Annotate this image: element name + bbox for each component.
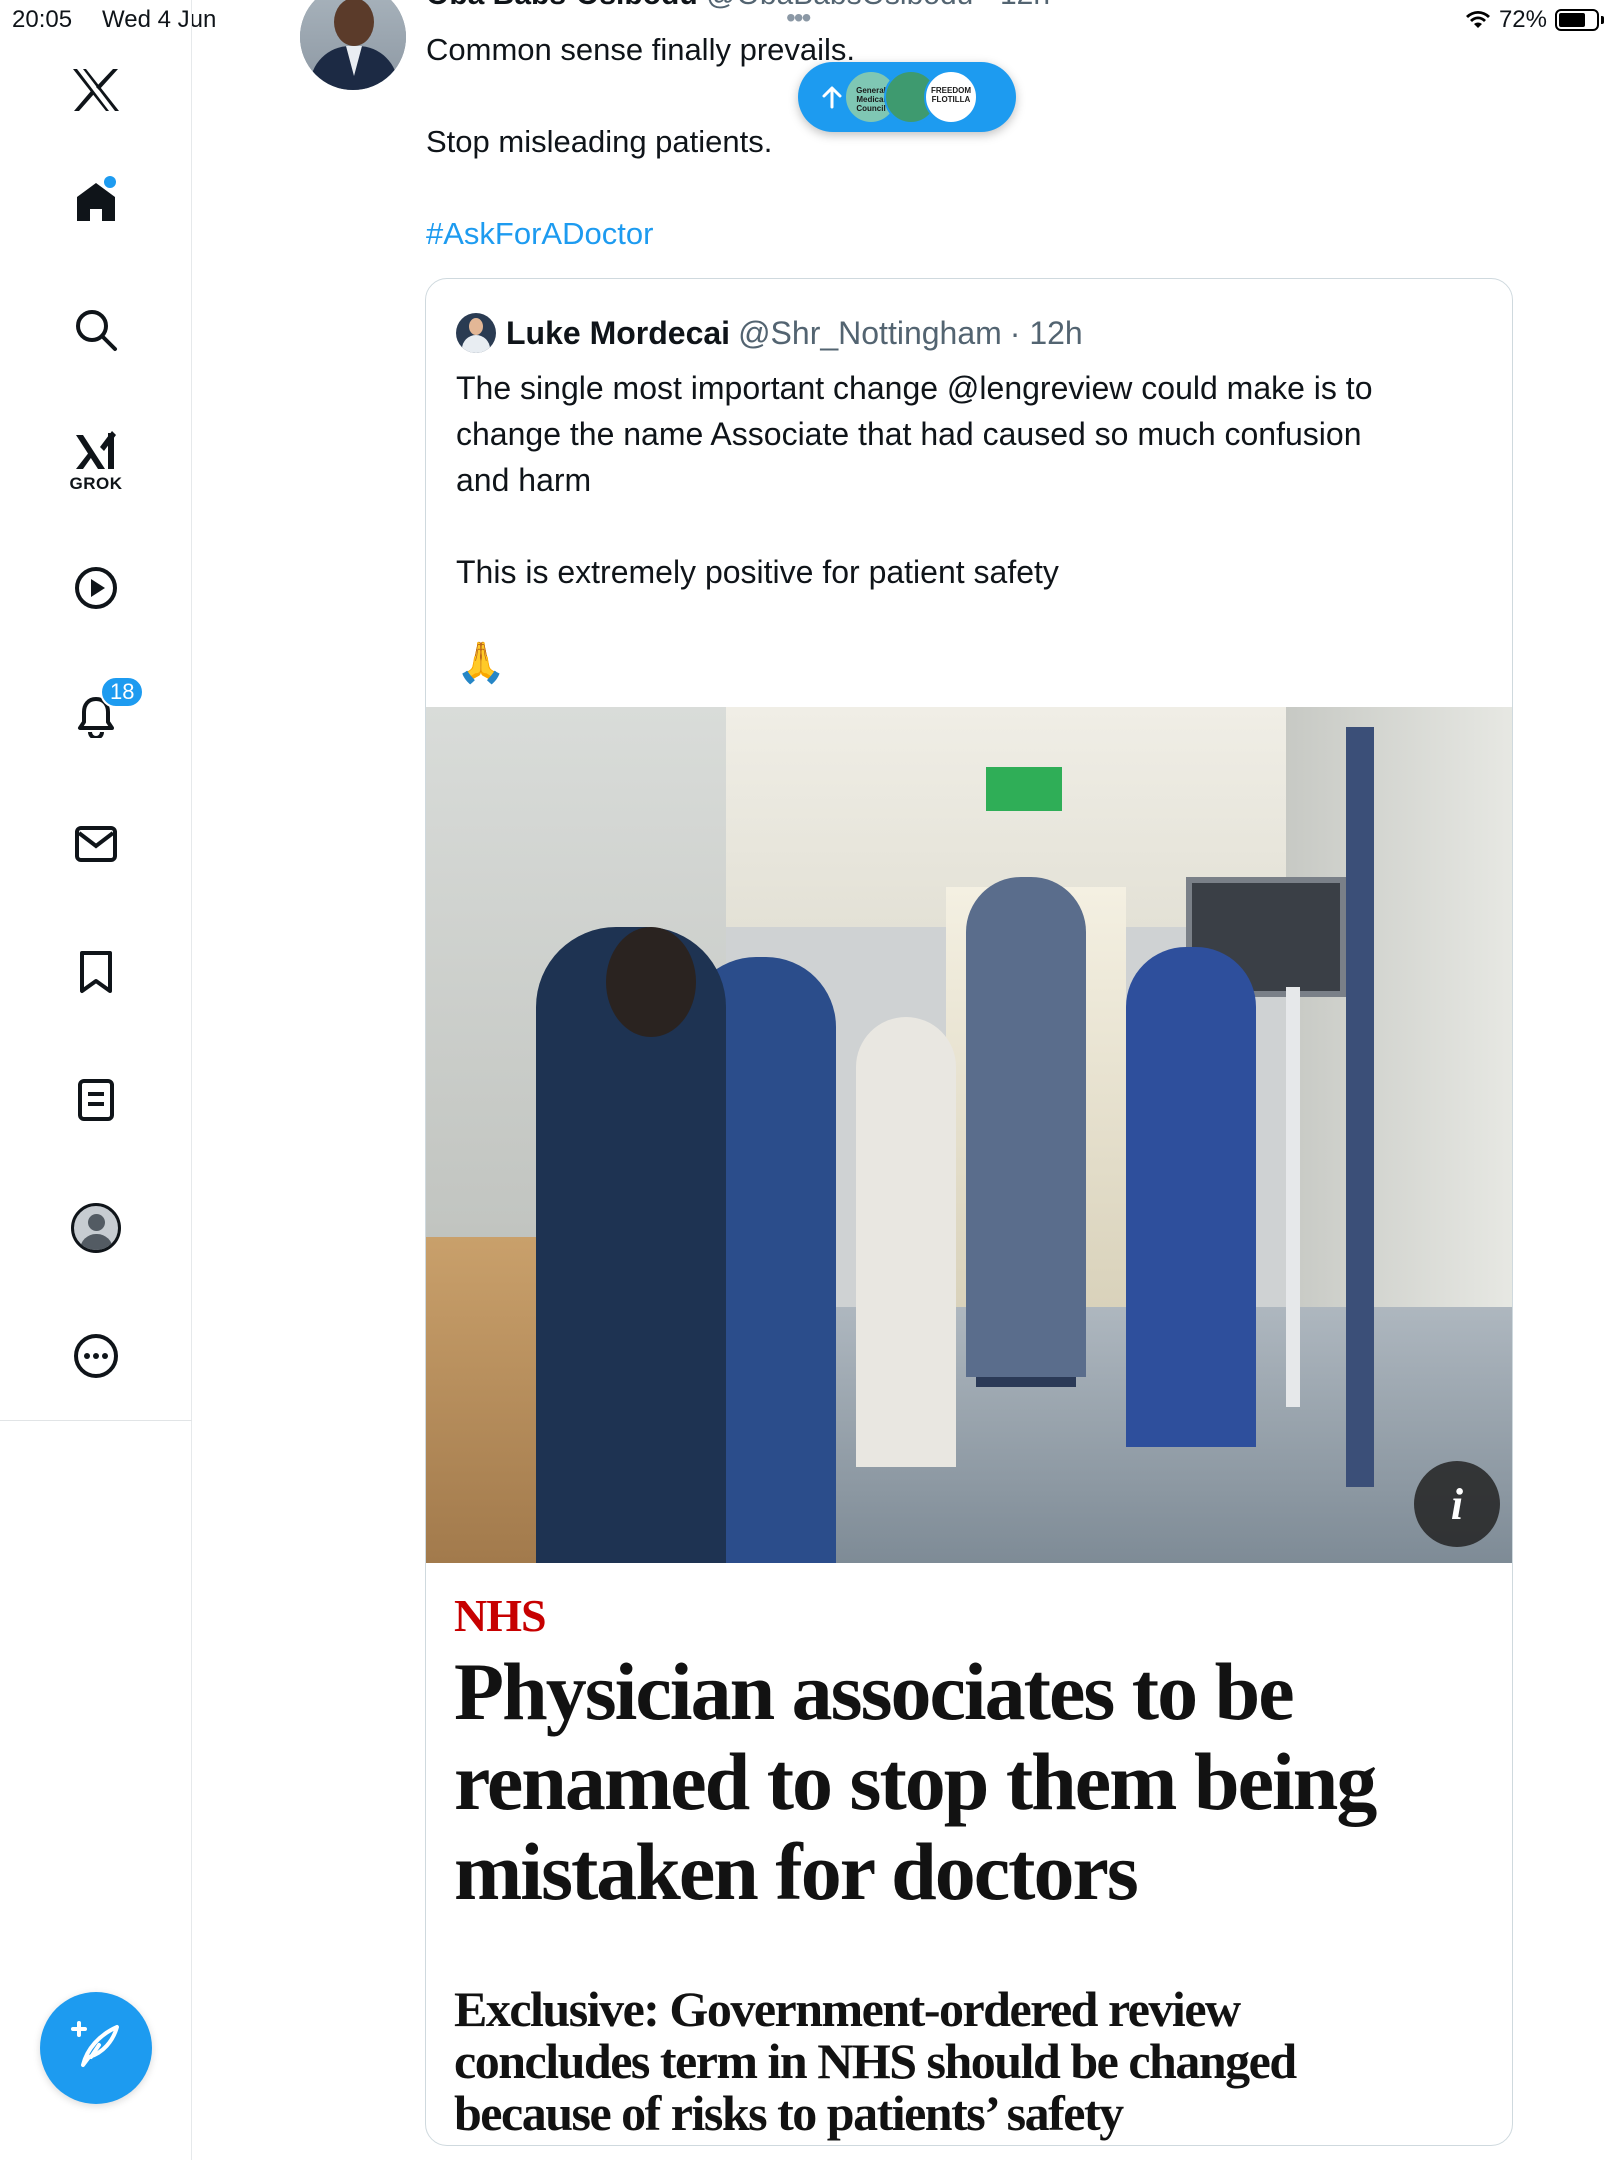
status-indicators: 72% xyxy=(1465,6,1604,34)
article-image[interactable]: i xyxy=(426,707,1512,1563)
arrow-up-icon xyxy=(818,85,846,109)
search-icon xyxy=(74,308,118,352)
notifications-badge: 18 xyxy=(100,676,145,708)
article-section-label: NHS xyxy=(454,1590,547,1641)
article-standfirst-line: because of risks to patients’ safety xyxy=(454,2085,1124,2141)
battery-icon xyxy=(1555,9,1604,31)
battery-percentage: 72% xyxy=(1498,6,1547,33)
quote-text-line: and harm xyxy=(456,462,592,498)
author-handle[interactable]: @ObaBabsOsibodu xyxy=(706,0,973,11)
quote-text-line: The single most important change @lengre… xyxy=(456,370,1373,406)
battery-fill xyxy=(1559,13,1585,27)
sidebar-item-more[interactable] xyxy=(56,1316,136,1396)
quote-text-line: change the name Associate that had cause… xyxy=(456,416,1362,452)
x-logo-icon[interactable] xyxy=(56,50,136,130)
tweet-header: Oba Babs-Osibodu @ObaBabsOsibodu · 12h xyxy=(426,0,1050,12)
more-options-icon[interactable]: ••• xyxy=(786,4,811,32)
new-post-avatar: FREEDOM FLOTILLA xyxy=(924,70,978,124)
image-info-button[interactable]: i xyxy=(1414,1461,1500,1547)
quote-header: Luke Mordecai @Shr_Nottingham · 12h xyxy=(456,313,1083,353)
article-standfirst-line: Exclusive: Government-ordered review xyxy=(454,1981,1241,2037)
quoted-tweet-card[interactable]: Luke Mordecai @Shr_Nottingham · 12h The … xyxy=(425,278,1513,2146)
bookmarks-icon xyxy=(76,949,116,995)
wifi-icon xyxy=(1465,10,1491,30)
article-standfirst-line: concludes term in NHS should be changed xyxy=(454,2033,1297,2089)
tweet-text-line: Common sense finally prevails. xyxy=(426,32,856,67)
quote-time[interactable]: · 12h xyxy=(1010,315,1083,352)
quote-author-avatar[interactable] xyxy=(456,313,496,353)
compose-post-button[interactable] xyxy=(40,1992,152,2104)
home-notification-dot xyxy=(104,176,116,188)
sidebar-item-lists[interactable] xyxy=(56,1060,136,1140)
new-posts-button[interactable]: General Medical Council FREEDOM FLOTILLA xyxy=(798,62,1016,132)
grok-label: GROK xyxy=(69,474,123,493)
quote-author-handle[interactable]: @Shr_Nottingham xyxy=(738,315,1002,352)
profile-icon xyxy=(71,1203,121,1253)
sidebar-item-video[interactable] xyxy=(56,548,136,628)
sidebar-item-bookmarks[interactable] xyxy=(56,932,136,1012)
author-avatar[interactable] xyxy=(300,0,406,90)
messages-icon xyxy=(74,824,118,864)
hashtag-link[interactable]: #AskForADoctor xyxy=(426,216,653,252)
tweet-time[interactable]: · 12h xyxy=(982,0,1050,11)
author-name[interactable]: Oba Babs-Osibodu xyxy=(426,0,698,11)
video-icon xyxy=(74,566,118,610)
lists-icon xyxy=(76,1077,116,1123)
compose-post-icon xyxy=(69,2019,123,2078)
tweet-text-line: Stop misleading patients. xyxy=(426,124,773,159)
sidebar-nav: GROK 18 xyxy=(0,0,192,2160)
sidebar-item-profile[interactable] xyxy=(56,1188,136,1268)
grok-icon xyxy=(72,429,120,475)
article-headline-line: renamed to stop them being xyxy=(454,1736,1377,1827)
sidebar-divider xyxy=(0,1420,192,1421)
quote-text-line: This is extremely positive for patient s… xyxy=(456,554,1059,590)
sidebar-item-home[interactable] xyxy=(56,162,136,242)
more-icon xyxy=(73,1333,119,1379)
exit-sign xyxy=(986,767,1062,811)
sidebar-item-grok[interactable]: GROK xyxy=(56,412,136,493)
sidebar-item-messages[interactable] xyxy=(56,804,136,884)
sidebar-item-notifications[interactable]: 18 xyxy=(56,676,145,756)
sidebar-item-search[interactable] xyxy=(56,290,136,370)
article-headline-line: mistaken for doctors xyxy=(454,1826,1139,1917)
article-headline-line: Physician associates to be xyxy=(454,1646,1295,1737)
praying-hands-emoji: 🙏 xyxy=(456,640,506,686)
quote-author-name[interactable]: Luke Mordecai xyxy=(506,315,730,352)
